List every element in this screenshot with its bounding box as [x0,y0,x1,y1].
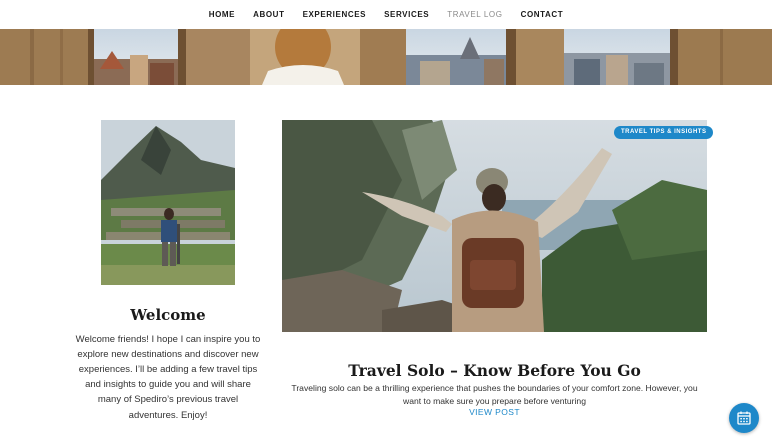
nav-about[interactable]: ABOUT [244,10,293,19]
machu-picchu-photo [101,120,235,285]
hero-illustration [0,29,772,85]
calendar-icon [737,411,751,425]
hero-banner-image [0,29,772,85]
nav-services[interactable]: SERVICES [375,10,438,19]
category-badge[interactable]: TRAVEL TIPS & INSIGHTS [614,126,714,139]
post-featured-image[interactable] [282,120,707,332]
nav-contact[interactable]: CONTACT [512,10,573,19]
welcome-heading: Welcome [130,306,206,325]
post-title[interactable]: Travel Solo – Know Before You Go [282,361,707,380]
calendar-button[interactable] [729,403,759,433]
nav-experiences[interactable]: EXPERIENCES [294,10,376,19]
traveler-photo [282,120,707,332]
profile-photo [101,120,235,285]
view-post-link[interactable]: VIEW POST [282,407,707,417]
welcome-text: Welcome friends! I hope I can inspire yo… [75,333,261,421]
main-nav: HOME ABOUT EXPERIENCES SERVICES TRAVEL L… [0,0,772,29]
post-excerpt: Traveling solo can be a thrilling experi… [291,382,698,407]
nav-home[interactable]: HOME [200,10,244,19]
nav-travel-log[interactable]: TRAVEL LOG [438,10,511,19]
